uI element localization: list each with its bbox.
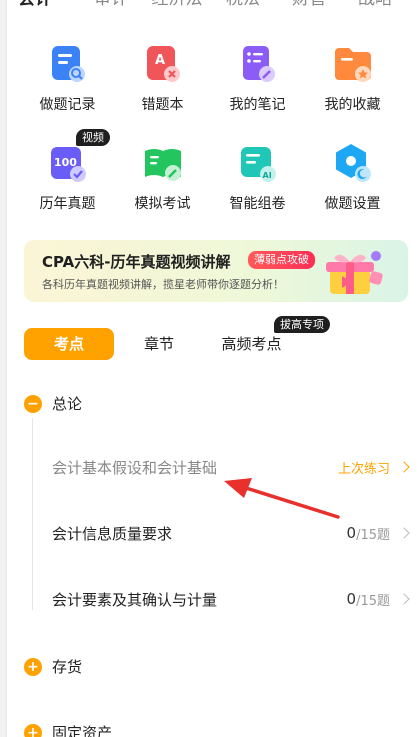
row-progress: 0 /15题 — [346, 524, 410, 543]
chevron-right-icon — [398, 461, 410, 473]
chapter-inventory[interactable]: + 存货 — [24, 656, 82, 677]
gift-box-icon — [322, 246, 386, 298]
tool-label: 做题设置 — [324, 196, 381, 212]
banner-subtitle: 各科历年真题视频讲解，揽星老师带你逐题分析！ — [42, 278, 284, 291]
knowledge-point-row[interactable]: 会计信息质量要求 0 /15题 — [52, 519, 420, 547]
tree-connector-line — [32, 418, 33, 610]
tool-label: 做题记录 — [39, 97, 96, 113]
tool-label: 我的笔记 — [229, 97, 286, 113]
row-status: 上次练习 — [337, 458, 410, 477]
tool-exercise-settings[interactable]: 做题设置 — [305, 141, 400, 213]
tool-notes[interactable]: 我的笔记 — [210, 42, 305, 114]
knowledge-point-row[interactable]: 会计基本假设和会计基础 上次练习 — [52, 453, 420, 481]
wrong-questions-icon: A — [141, 42, 185, 86]
knowledge-point-title: 会计要素及其确认与计量 — [52, 590, 218, 609]
notes-icon — [236, 42, 280, 86]
chapter-title: 存货 — [52, 658, 83, 676]
ai-paper-icon: AI — [236, 141, 280, 185]
expand-plus-icon: + — [24, 657, 42, 676]
tool-wrong-questions[interactable]: A 错题本 — [115, 42, 210, 114]
total-count: /15题 — [356, 593, 390, 609]
tool-label: 智能组卷 — [229, 196, 286, 212]
segment-tab-points[interactable]: 考点 — [24, 328, 114, 360]
knowledge-point-title: 会计信息质量要求 — [52, 524, 173, 543]
tool-ai-paper[interactable]: AI 智能组卷 — [210, 141, 305, 213]
tool-label: 错题本 — [141, 97, 184, 113]
subject-tab-bar: 会计 审计 经济法 税法 财管 战略 — [18, 0, 420, 10]
knowledge-point-row[interactable]: 会计要素及其确认与计量 0 /15题 — [52, 585, 420, 613]
row-progress: 0 /15题 — [346, 590, 410, 609]
done-count: 0 — [346, 590, 357, 608]
favorites-folder-icon — [331, 42, 375, 86]
knowledge-point-title: 会计基本假设和会计基础 — [52, 458, 218, 477]
chapter-title: 固定资产 — [52, 724, 113, 737]
past-papers-icon: 100 — [46, 141, 90, 185]
chapter-fixed-assets[interactable]: + 固定资产 — [24, 722, 112, 737]
video-badge: 视频 — [76, 129, 110, 146]
subject-tab-economic-law[interactable]: 经济法 — [144, 0, 210, 10]
subject-tab-strategy[interactable]: 战略 — [342, 0, 408, 10]
chevron-right-icon — [398, 527, 410, 539]
exercise-record-icon — [46, 42, 90, 86]
done-count: 0 — [346, 524, 357, 542]
chapter-general[interactable]: − 总论 — [24, 393, 82, 414]
tool-label: 我的收藏 — [324, 97, 381, 113]
expand-plus-icon: + — [24, 723, 42, 737]
advanced-badge: 拔高专项 — [274, 316, 330, 333]
subject-tab-audit[interactable]: 审计 — [78, 0, 144, 10]
mock-exam-icon — [141, 141, 185, 185]
promo-banner[interactable]: CPA六科-历年真题视频讲解 薄弱点攻破 各科历年真题视频讲解，揽星老师带你逐题… — [24, 240, 408, 302]
tool-exercise-record[interactable]: 做题记录 — [20, 42, 115, 114]
banner-badge: 薄弱点攻破 — [248, 251, 315, 269]
tool-grid: 做题记录 A 错题本 我的笔记 我的收藏 100 视频 历年真题 模拟考试 AI… — [20, 42, 400, 213]
chevron-right-icon — [398, 593, 410, 605]
subject-tab-accounting[interactable]: 会计 — [18, 0, 78, 10]
tool-mock-exam[interactable]: 模拟考试 — [115, 141, 210, 213]
tool-label: 模拟考试 — [134, 196, 191, 212]
segment-tabs: 考点 章节 高频考点 拔高专项 — [24, 316, 404, 360]
ai-glyph: AI — [262, 171, 271, 180]
chapter-title: 总论 — [52, 395, 83, 413]
left-edge-strip — [0, 0, 7, 737]
tool-label: 历年真题 — [39, 196, 96, 212]
collapse-minus-icon: − — [24, 394, 42, 413]
tool-favorites[interactable]: 我的收藏 — [305, 42, 400, 114]
banner-title: CPA六科-历年真题视频讲解 — [42, 253, 231, 271]
subject-tab-finance[interactable]: 财管 — [276, 0, 342, 10]
settings-hex-icon — [331, 141, 375, 185]
total-count: /15题 — [356, 527, 390, 543]
letter-a-glyph: A — [155, 53, 165, 68]
subject-tab-tax-law[interactable]: 税法 — [210, 0, 276, 10]
segment-tab-chapters[interactable]: 章节 — [124, 328, 194, 360]
number-100-glyph: 100 — [54, 156, 77, 169]
last-practice-label: 上次练习 — [337, 461, 390, 477]
tool-past-papers[interactable]: 100 视频 历年真题 — [20, 129, 115, 213]
